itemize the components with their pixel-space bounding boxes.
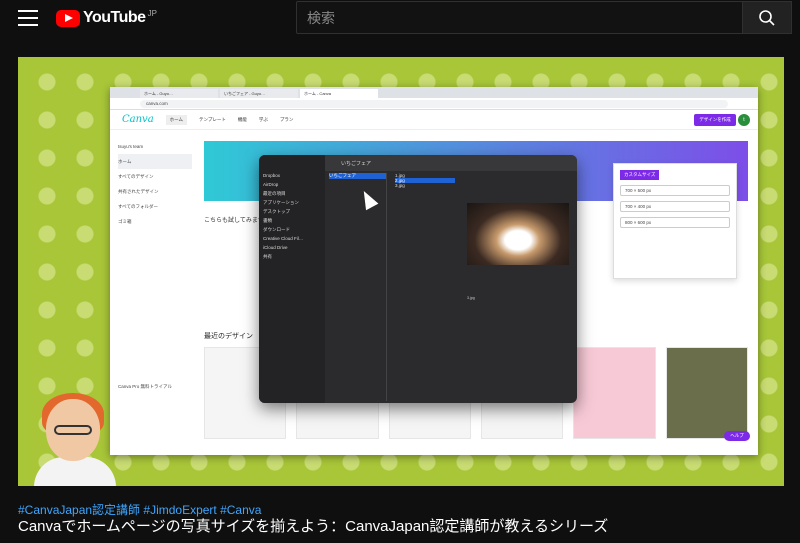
canva-avatar: t xyxy=(738,114,750,126)
finder-column-files: 1.jpg 2.jpg 3.jpg xyxy=(395,173,455,401)
team-name: tsuyu's team xyxy=(118,144,144,149)
finder-file-item: 3.jpg xyxy=(395,183,405,188)
finder-folder-item: いちごフェア xyxy=(329,173,386,179)
logo-text: YouTube xyxy=(83,9,146,26)
play-icon xyxy=(56,9,80,27)
canva-nav-item: テンプレート xyxy=(199,116,226,122)
browser-tabs: ホーム - Guyo… いちごフェア - Guyo… ホーム - Canva xyxy=(110,87,758,98)
create-design-button: デザインを作成 xyxy=(694,114,736,126)
canva-nav-item: 機能 xyxy=(237,116,247,122)
finder-sidebar-item: iCloud Drive xyxy=(263,245,288,250)
file-metadata: 3.jpg xyxy=(467,295,569,301)
finder-sidebar-item: AirDrop xyxy=(263,182,279,187)
canva-nav-item: ホーム xyxy=(165,114,188,125)
custom-size-button: カスタムサイズ xyxy=(620,170,660,180)
browser-tab: ホーム - Guyo… xyxy=(140,89,218,98)
search-placeholder: 検索 xyxy=(307,9,335,26)
search-button[interactable] xyxy=(742,1,792,34)
help-button: ヘルプ xyxy=(724,431,750,441)
presenter-shirt xyxy=(34,457,116,486)
sidebar-item: すべてのデザイン xyxy=(118,173,154,179)
search-icon xyxy=(759,9,775,26)
finder-dialog: Dropbox AirDrop 最近の項目 アプリケーション デスクトップ 書類… xyxy=(259,155,577,403)
address-bar: canva.com xyxy=(110,98,758,110)
finder-sidebar-item: Creative Cloud Fil… xyxy=(263,236,304,241)
finder-sidebar-item: 共有 xyxy=(263,254,272,259)
size-preset: 700 × 500 px xyxy=(620,185,730,196)
search-input[interactable]: 検索 xyxy=(296,1,743,34)
pancake-photo-preview xyxy=(467,203,569,265)
canva-nav-item: 学ぶ xyxy=(258,116,268,122)
browser-tab: ホーム - Canva xyxy=(300,89,378,98)
finder-sidebar: Dropbox AirDrop 最近の項目 アプリケーション デスクトップ 書類… xyxy=(259,155,325,403)
presenter-webcam xyxy=(34,387,116,486)
video-title: Canvaでホームページの写真サイズを揃えよう：CanvaJapan認定講師が教… xyxy=(18,518,609,535)
preview-filename: 3.jpg xyxy=(467,296,475,300)
sidebar-item: ホーム xyxy=(118,154,192,169)
logo-region: JP xyxy=(147,8,157,18)
canva-header: Canva ホーム テンプレート 機能 学ぶ プラン xyxy=(110,110,758,130)
finder-sidebar-item: ダウンロード xyxy=(263,227,290,232)
sidebar-item: 共有されたデザイン xyxy=(118,188,159,194)
sidebar-item: ゴミ箱 xyxy=(118,218,132,224)
youtube-logo[interactable]: YouTube JP xyxy=(56,9,157,27)
canva-logo: Canva xyxy=(122,114,154,125)
finder-sidebar-item: デスクトップ xyxy=(263,209,290,214)
canva-sidebar: tsuyu's team ホーム すべてのデザイン 共有されたデザイン すべての… xyxy=(110,131,200,455)
browser-window: ホーム - Guyo… いちごフェア - Guyo… ホーム - Canva c… xyxy=(110,87,758,455)
finder-sidebar-item: 最近の項目 xyxy=(263,191,286,196)
design-thumbnail xyxy=(573,347,656,439)
finder-sidebar-item: 書類 xyxy=(263,218,272,223)
finder-sidebar-item: Dropbox xyxy=(263,173,281,178)
custom-size-panel: カスタムサイズ 700 × 500 px 700 × 400 px 800 × … xyxy=(613,163,737,279)
top-bar: YouTube JP 検索 xyxy=(0,0,800,38)
canva-nav-item: プラン xyxy=(279,116,294,122)
menu-icon[interactable] xyxy=(18,10,38,26)
browser-tab: いちごフェア - Guyo… xyxy=(220,89,298,98)
finder-sidebar-item: アプリケーション xyxy=(263,200,299,205)
design-thumbnail xyxy=(665,347,748,439)
pro-trial-banner: Canva Pro 無料トライアル xyxy=(118,383,172,389)
sidebar-item: すべてのフォルダー xyxy=(118,203,159,209)
size-preset: 800 × 600 px xyxy=(620,217,730,228)
video-player[interactable]: ホーム - Guyo… いちごフェア - Guyo… ホーム - Canva c… xyxy=(18,57,784,486)
address-text: canva.com xyxy=(140,100,728,108)
size-preset: 700 × 400 px xyxy=(620,201,730,212)
presenter-glasses xyxy=(54,425,92,435)
finder-column-folder: いちごフェア xyxy=(329,173,387,401)
finder-title: いちごフェア xyxy=(325,155,577,171)
